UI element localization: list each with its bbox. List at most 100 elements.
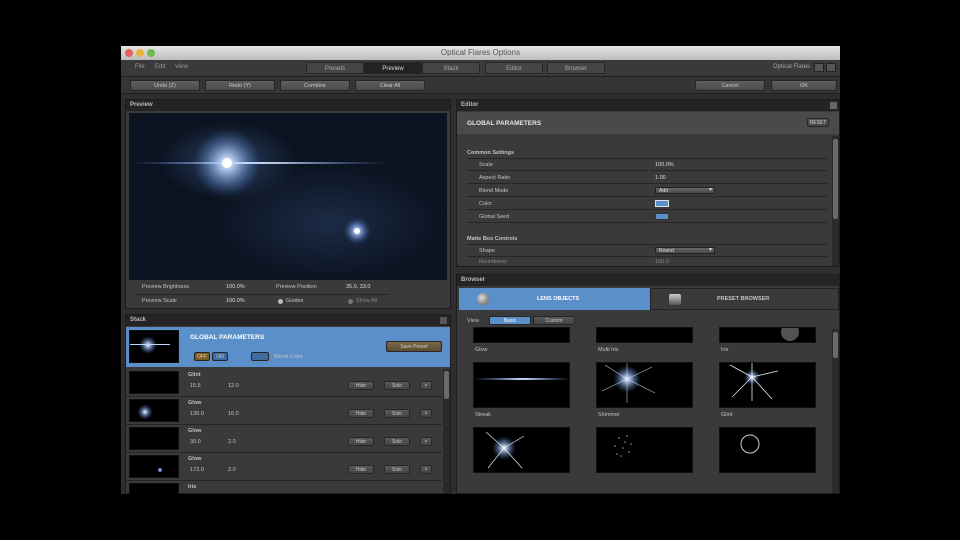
preview-scale-value[interactable]: 100.0% [226,298,245,304]
lens-thumb-iris[interactable] [719,327,816,343]
menu-view[interactable]: View [175,64,188,70]
tab-lens-objects[interactable]: LENS OBJECTS [459,288,650,310]
stack-item-name: Glow [188,456,202,462]
editor-panel: Editor GLOBAL PARAMETERS RESET Common Se… [456,99,840,267]
preview-viewport[interactable] [129,113,447,280]
preview-position-value[interactable]: 35.0, 33.0 [346,284,370,290]
tab-presets[interactable]: Presets [306,62,364,74]
delete-layer-icon[interactable]: × [420,465,432,474]
common-settings-heading: Common Settings [467,150,515,156]
stack-item-glow-2[interactable]: Glow 30.0 2.0 Hide Solo × [126,425,442,453]
guides-label: Guides [286,298,304,304]
solo-button[interactable]: Solo [384,381,410,390]
flare-preview-graphic [129,129,389,245]
editor-title-bar: GLOBAL PARAMETERS RESET [457,112,839,134]
lens-objects-icon [477,293,489,305]
undo-button[interactable]: Undo (Z) [130,80,200,91]
stack-item-value-1[interactable]: 172.0 [190,467,204,473]
layout-button-2[interactable] [826,63,836,72]
lens-label: Glow [475,347,488,353]
stack-item-glow-3[interactable]: Glow 172.0 2.0 Hide Solo × [126,453,442,481]
aspect-ratio-label: Aspect Ratio [479,175,511,181]
stack-item-value-1[interactable]: 15.5 [190,383,201,389]
blend-color-label: Blend Color [274,354,303,360]
combine-button[interactable]: Combine [280,80,350,91]
tab-preset-browser[interactable]: PRESET BROWSER [650,288,839,310]
global-seed-field[interactable] [655,213,669,220]
global-off-toggle[interactable]: OFF [194,352,210,361]
lens-thumb-multi-iris[interactable] [596,327,693,343]
ok-button[interactable]: OK [771,80,837,91]
roundness-value[interactable]: 100.0 [655,259,669,265]
stack-item-value-2[interactable]: 12.0 [228,383,239,389]
stack-item-value-1[interactable]: 130.0 [190,411,204,417]
stack-scrollbar[interactable] [443,369,450,493]
hide-button[interactable]: Hide [348,465,374,474]
lens-thumb-glint[interactable] [719,362,816,408]
color-swatch[interactable] [655,200,669,207]
delete-layer-icon[interactable]: × [420,409,432,418]
clear-all-button[interactable]: Clear All [355,80,425,91]
editor-header: Editor [457,100,839,111]
shape-label: Shape [479,248,495,254]
browser-scrollbar[interactable] [832,329,839,493]
cancel-button[interactable]: Cancel [695,80,765,91]
view-basic-button[interactable]: Basic [489,316,531,325]
lens-thumb-row3-1[interactable] [473,427,570,473]
show-all-radio[interactable] [348,299,353,304]
tab-editor[interactable]: Editor [485,62,543,74]
stack-item-value-2[interactable]: 16.0 [228,411,239,417]
guides-radio[interactable] [278,299,283,304]
stack-collapse-button[interactable] [440,317,447,324]
solo-button[interactable]: Solo [384,409,410,418]
stack-item-value-2[interactable]: 2.0 [228,467,236,473]
layout-button-1[interactable] [814,63,824,72]
stack-item-value-1[interactable]: 30.0 [190,439,201,445]
hide-button[interactable]: Hide [348,409,374,418]
preview-header: Preview [126,100,450,111]
blend-mode-dropdown[interactable]: Add ▾ [655,187,715,194]
tab-stack[interactable]: Stack [422,62,480,74]
stack-item-value-2[interactable]: 2.0 [228,439,236,445]
scale-value[interactable]: 100.0% [655,162,674,168]
stack-item-glow-1[interactable]: Glow 130.0 16.0 Hide Solo × [126,397,442,425]
aspect-ratio-value[interactable]: 1.00 [655,175,666,181]
reset-button[interactable]: RESET [807,118,829,127]
hide-button[interactable]: Hide [348,437,374,446]
lens-thumb-shimmer[interactable] [596,362,693,408]
stack-item-glint[interactable]: Glint 15.5 12.0 Hide Solo × [126,369,442,397]
shape-dropdown[interactable]: Round ▾ [655,247,715,254]
lens-thumb-row3-3[interactable] [719,427,816,473]
editor-scrollbar[interactable] [832,136,839,266]
browser-scrollbar-thumb[interactable] [833,332,838,358]
solo-button[interactable]: Solo [384,465,410,474]
lens-thumb-streak[interactable] [473,362,570,408]
global-on-toggle[interactable]: ON [212,352,228,361]
global-parameters-row[interactable]: GLOBAL PARAMETERS OFF ON Blend Color Sav… [126,327,450,367]
menu-file[interactable]: File [135,64,145,70]
blend-color-swatch[interactable] [251,352,269,361]
stack-item-name: Glint [188,372,201,378]
editor-close-button[interactable] [830,102,837,109]
delete-layer-icon[interactable]: × [420,437,432,446]
preview-brightness-value[interactable]: 100.0% [226,284,245,290]
lens-label: Streak [475,412,491,418]
editor-scrollbar-thumb[interactable] [833,139,838,219]
solo-button[interactable]: Solo [384,437,410,446]
tab-browser[interactable]: Browser [547,62,605,74]
lens-thumb-row3-2[interactable] [596,427,693,473]
show-all-label: Show All [356,298,378,304]
view-custom-button[interactable]: Custom [533,316,575,325]
save-preset-button[interactable]: Save Preset [386,341,442,352]
stack-item-iris[interactable]: Iris [126,481,442,494]
view-label: View [467,318,479,324]
stack-scrollbar-thumb[interactable] [444,371,449,399]
hide-button[interactable]: Hide [348,381,374,390]
tab-preview[interactable]: Preview [364,62,422,74]
menu-edit[interactable]: Edit [155,64,165,70]
matte-box-heading: Matte Box Controls [467,236,518,242]
lens-thumb-glow[interactable] [473,327,570,343]
redo-button[interactable]: Redo (Y) [205,80,275,91]
lens-label: Multi Iris [598,347,619,353]
delete-layer-icon[interactable]: × [420,381,432,390]
